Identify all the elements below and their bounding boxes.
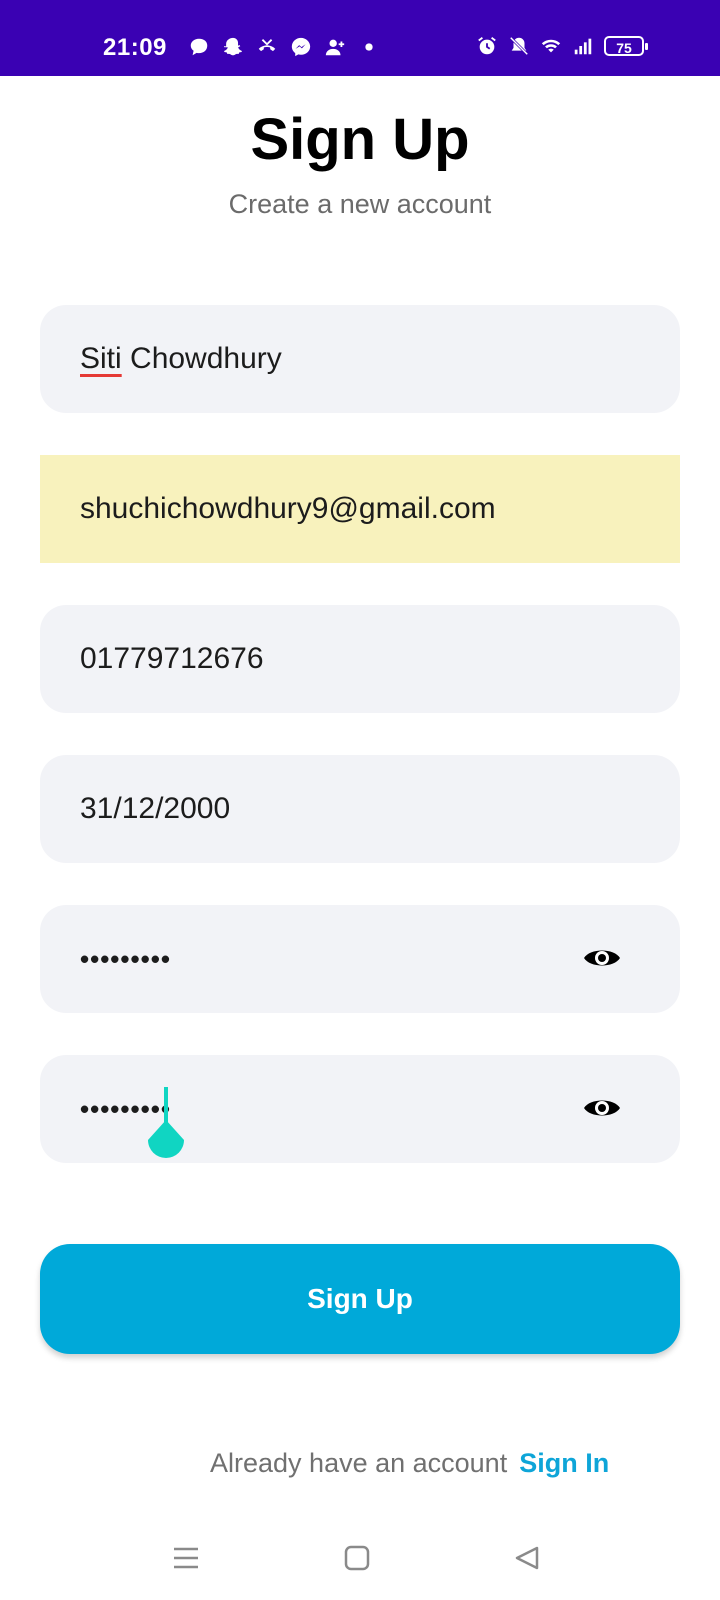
add-contact-icon: [325, 39, 345, 56]
sign-in-prompt-text: Already have an account: [210, 1448, 508, 1478]
cursor-handle-icon[interactable]: [146, 1120, 186, 1160]
battery-indicator: 75: [604, 36, 648, 56]
sign-up-button[interactable]: Sign Up: [40, 1244, 680, 1354]
status-bar: 21:09 75: [0, 0, 720, 76]
confirm-password-field[interactable]: •••••••••: [40, 1055, 680, 1163]
password-value: •••••••••: [80, 943, 171, 974]
password-field[interactable]: •••••••••: [40, 905, 680, 1013]
menu-icon[interactable]: [170, 1542, 202, 1574]
home-square-icon[interactable]: [341, 1542, 373, 1574]
email-value: shuchichowdhury9@gmail.com: [80, 492, 496, 525]
wifi-icon: [541, 39, 561, 53]
snapchat-icon: [223, 37, 242, 56]
dob-value: 31/12/2000: [80, 792, 231, 825]
notification-icons: [188, 36, 380, 58]
messenger-icon: [291, 37, 311, 57]
status-time: 21:09: [103, 34, 167, 61]
mute-icon: [509, 36, 529, 56]
signal-icon: [574, 38, 592, 55]
alarm-icon: [478, 37, 496, 55]
name-field[interactable]: Siti Chowdhury: [40, 305, 680, 413]
page-subtitle: Create a new account: [228, 189, 492, 219]
page-title: Sign Up: [250, 107, 470, 172]
system-icons: 75: [476, 35, 648, 57]
back-triangle-icon[interactable]: [511, 1542, 543, 1574]
name-first-word: Siti: [80, 342, 122, 375]
sign-in-link[interactable]: Sign In: [519, 1448, 609, 1479]
missed-call-icon: [258, 39, 276, 52]
phone-field[interactable]: 01779712676: [40, 605, 680, 713]
email-field[interactable]: shuchichowdhury9@gmail.com: [40, 455, 680, 563]
dob-field[interactable]: 31/12/2000: [40, 755, 680, 863]
show-password-eye-icon[interactable]: [582, 943, 622, 973]
show-confirm-password-eye-icon[interactable]: [582, 1093, 622, 1123]
phone-value: 01779712676: [80, 642, 264, 675]
sign-in-prompt: Already have an account Sign In: [210, 1448, 609, 1479]
navigation-bar: [0, 1530, 720, 1580]
dot-icon: [365, 43, 373, 51]
name-rest: Chowdhury: [121, 342, 282, 375]
chat-bubble-icon: [190, 38, 208, 56]
